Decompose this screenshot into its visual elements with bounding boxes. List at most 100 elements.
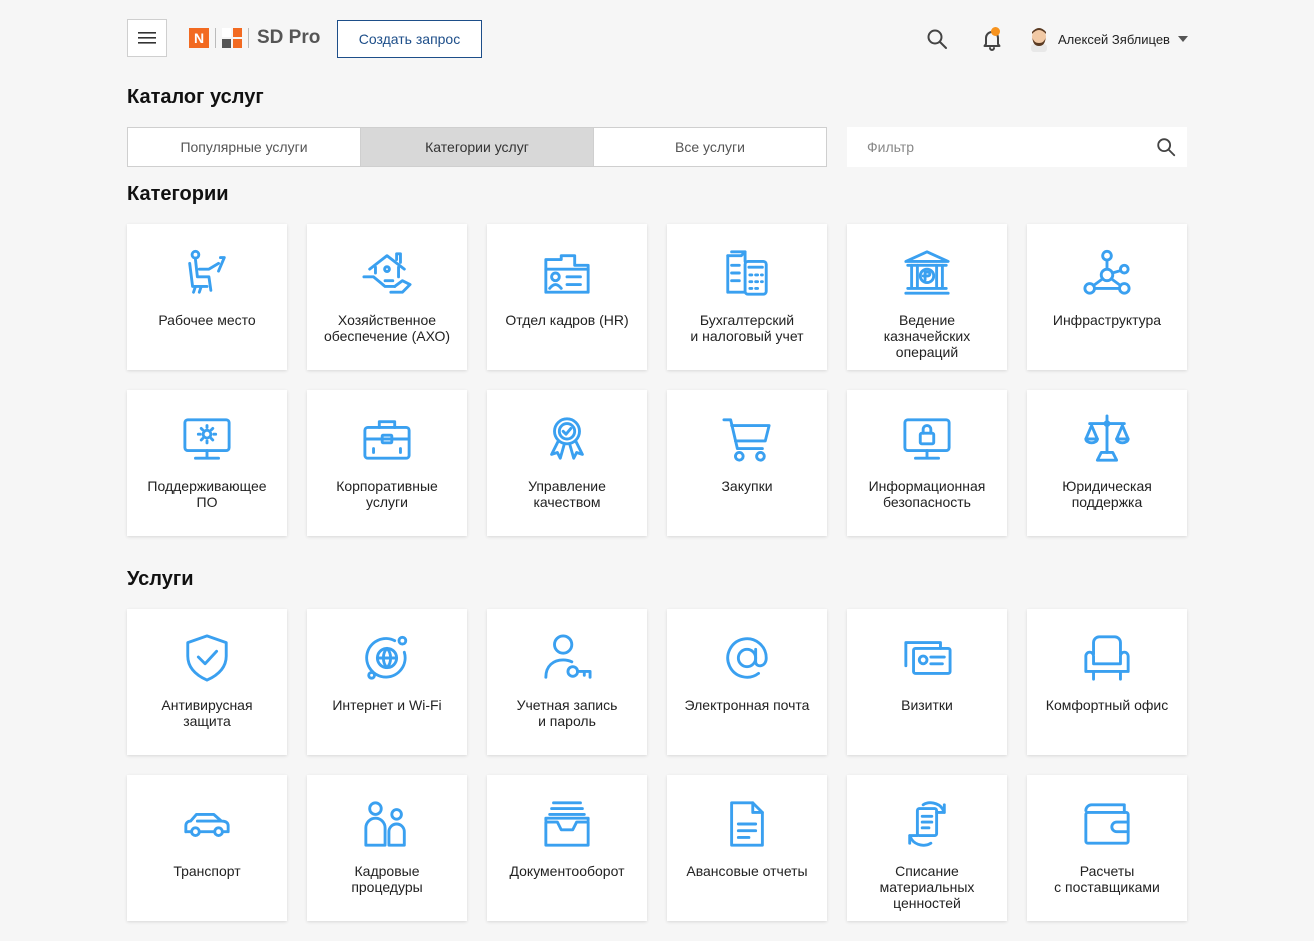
accounting-calculator-icon — [726, 250, 768, 296]
services-grid: Антивирусная защита Интернет и Wi-Fi Уче… — [127, 609, 1187, 921]
search-icon[interactable] — [925, 27, 949, 51]
service-card-business-cards[interactable]: Визитки — [847, 609, 1007, 755]
tab-popular[interactable]: Популярные услуги — [128, 128, 361, 166]
categories-title: Категории — [127, 183, 229, 205]
header: N SD Pro Создать запрос Алексей Зяблицев — [0, 0, 1314, 78]
service-card-antivirus[interactable]: Антивирусная защита — [127, 609, 287, 755]
service-label: Учетная запись и пароль — [516, 697, 618, 729]
category-card-software[interactable]: Поддерживающее ПО — [127, 390, 287, 536]
create-request-button[interactable]: Создать запрос — [337, 20, 482, 58]
catalog-tabs: Популярные услуги Категории услуг Все ус… — [127, 127, 827, 167]
wallet-icon — [1084, 803, 1130, 845]
scales-icon — [1084, 414, 1130, 462]
document-cycle-icon — [908, 801, 946, 847]
globe-wifi-icon — [365, 635, 408, 680]
category-label: Инфраструктура — [1052, 312, 1162, 328]
category-label: Управление качеством — [528, 478, 606, 510]
service-label: Электронная почта — [684, 697, 810, 713]
house-hand-icon — [362, 252, 412, 294]
at-sign-icon — [726, 637, 768, 679]
car-icon — [184, 812, 230, 837]
network-nodes-icon — [1083, 249, 1131, 295]
category-card-quality[interactable]: Управление качеством — [487, 390, 647, 536]
category-label: Отдел кадров (HR) — [505, 312, 629, 328]
logo-mark: N — [189, 28, 209, 48]
business-cards-icon — [904, 641, 952, 675]
category-card-infrastructure[interactable]: Инфраструктура — [1027, 224, 1187, 370]
category-label: Поддерживающее ПО — [147, 478, 267, 510]
category-card-treasury[interactable]: Ведение казначейских операций — [847, 224, 1007, 370]
category-label: Корпоративные услуги — [336, 478, 438, 510]
filter-box — [847, 127, 1187, 167]
category-card-accounting[interactable]: Бухгалтерский и налоговый учет — [667, 224, 827, 370]
hamburger-icon — [138, 32, 156, 44]
hr-folder-icon — [544, 254, 590, 294]
category-card-hr[interactable]: Отдел кадров (HR) — [487, 224, 647, 370]
people-icon — [364, 801, 406, 847]
notification-dot — [991, 27, 1000, 36]
tab-all[interactable]: Все услуги — [594, 128, 826, 166]
shopping-cart-icon — [722, 418, 771, 462]
service-label: Списание материальных ценностей — [879, 863, 975, 911]
category-card-aho[interactable]: Хозяйственное обеспечение (АХО) — [307, 224, 467, 370]
user-name: Алексей Зяблицев — [1058, 31, 1170, 47]
tab-categories[interactable]: Категории услуг — [361, 128, 594, 166]
category-label: Закупки — [721, 478, 773, 494]
category-label: Информационная безопасность — [868, 478, 986, 510]
user-key-icon — [544, 634, 592, 679]
workplace-icon — [188, 249, 226, 294]
service-card-transport[interactable]: Транспорт — [127, 775, 287, 921]
logo-text: SD Pro — [257, 27, 321, 48]
service-label: Авансовые отчеты — [686, 863, 808, 879]
services-title: Услуги — [127, 568, 194, 590]
logo-divider — [215, 28, 216, 48]
category-card-corporate[interactable]: Корпоративные услуги — [307, 390, 467, 536]
logo-divider — [248, 28, 249, 48]
armchair-icon — [1084, 635, 1130, 681]
category-card-legal[interactable]: Юридическая поддержка — [1027, 390, 1187, 536]
service-card-account[interactable]: Учетная запись и пароль — [487, 609, 647, 755]
service-card-expense-reports[interactable]: Авансовые отчеты — [667, 775, 827, 921]
service-card-write-off[interactable]: Списание материальных ценностей — [847, 775, 1007, 921]
categories-grid: Рабочее место Хозяйственное обеспечение … — [127, 224, 1187, 536]
service-label: Транспорт — [173, 863, 241, 879]
bank-ruble-icon — [904, 250, 950, 295]
chevron-down-icon[interactable] — [1177, 36, 1188, 42]
menu-button[interactable] — [127, 19, 167, 57]
category-card-security[interactable]: Информационная безопасность — [847, 390, 1007, 536]
service-label: Интернет и Wi-Fi — [332, 697, 442, 713]
service-label: Расчеты с поставщиками — [1054, 863, 1160, 895]
category-label: Юридическая поддержка — [1062, 478, 1152, 510]
shield-check-icon — [186, 634, 228, 682]
category-label: Рабочее место — [158, 312, 256, 328]
service-card-hr-procedures[interactable]: Кадровые процедуры — [307, 775, 467, 921]
service-label: Комфортный офис — [1045, 697, 1169, 713]
app-logo[interactable]: N SD Pro — [189, 26, 320, 50]
category-label: Бухгалтерский и налоговый учет — [690, 312, 804, 344]
service-label: Документооборот — [509, 863, 625, 879]
service-card-document-flow[interactable]: Документооборот — [487, 775, 647, 921]
service-label: Антивирусная защита — [161, 697, 253, 729]
document-icon — [730, 801, 764, 847]
category-card-workplace[interactable]: Рабочее место — [127, 224, 287, 370]
category-label: Ведение казначейских операций — [883, 312, 971, 360]
search-icon[interactable] — [1155, 136, 1177, 158]
category-card-procurement[interactable]: Закупки — [667, 390, 827, 536]
avatar — [1031, 28, 1047, 52]
logo-squares — [222, 28, 242, 48]
service-label: Визитки — [901, 697, 953, 713]
monitor-lock-icon — [903, 418, 951, 460]
filter-input[interactable] — [847, 127, 1157, 167]
quality-badge-icon — [550, 417, 584, 460]
document-tray-icon — [544, 801, 590, 847]
service-card-email[interactable]: Электронная почта — [667, 609, 827, 755]
briefcase-icon — [363, 420, 411, 460]
monitor-gear-icon — [183, 418, 231, 460]
service-label: Кадровые процедуры — [351, 863, 423, 895]
service-card-internet[interactable]: Интернет и Wi-Fi — [307, 609, 467, 755]
category-label: Хозяйственное обеспечение (АХО) — [323, 312, 451, 344]
user-menu[interactable]: Алексей Зяблицев — [1028, 24, 1188, 54]
service-card-supplier-settlements[interactable]: Расчеты с поставщиками — [1027, 775, 1187, 921]
page-title: Каталог услуг — [127, 86, 264, 108]
service-card-comfort-office[interactable]: Комфортный офис — [1027, 609, 1187, 755]
